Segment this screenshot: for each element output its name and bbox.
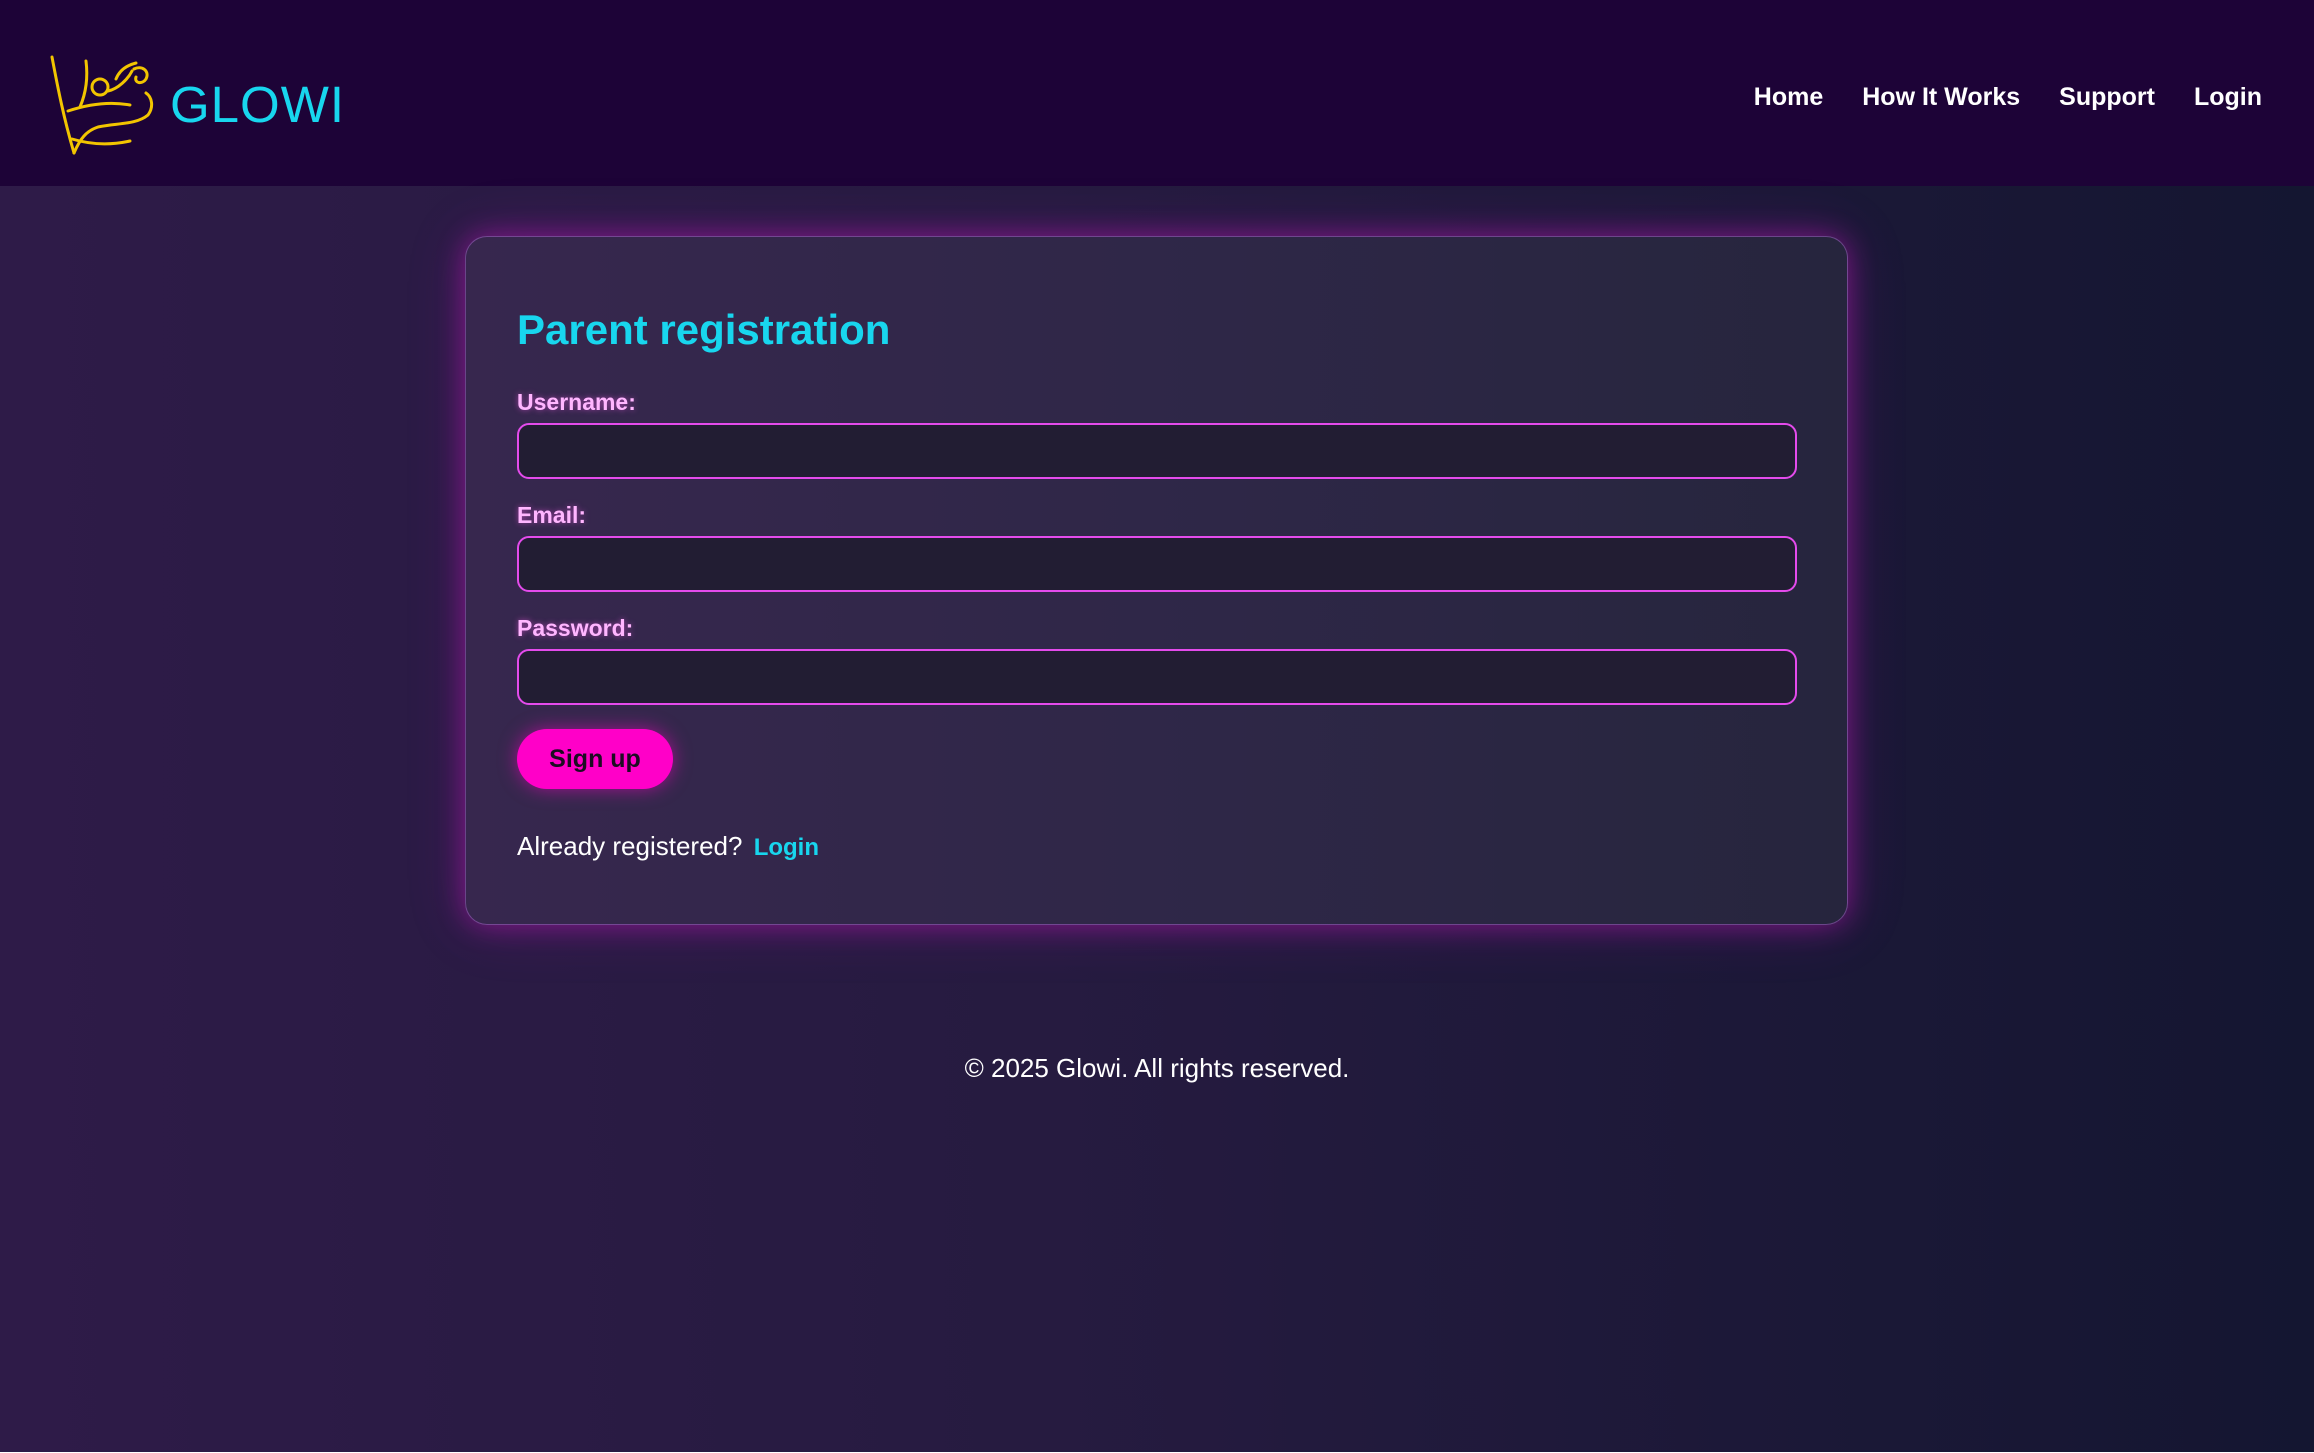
site-header: GLOWI Home How It Works Support Login [0, 0, 2314, 186]
login-prompt: Already registered? Login [517, 833, 819, 860]
nav-link-login[interactable]: Login [2194, 85, 2262, 110]
dancing-figure-icon [50, 55, 154, 155]
logo[interactable]: GLOWI [46, 44, 345, 164]
sign-up-button[interactable]: Sign up [517, 729, 673, 789]
nav-link-how-it-works[interactable]: How It Works [1862, 85, 2020, 110]
page-background: GLOWI Home How It Works Support Login Pa… [0, 0, 2314, 1452]
email-field[interactable] [517, 536, 1797, 592]
email-label: Email: [517, 502, 587, 528]
password-field[interactable] [517, 649, 1797, 705]
main-nav: Home How It Works Support Login [1754, 85, 2262, 110]
nav-link-home[interactable]: Home [1754, 85, 1823, 110]
footer: © 2025 Glowi. All rights reserved. [0, 1055, 2314, 1081]
form-title: Parent registration [517, 306, 891, 353]
username-field[interactable] [517, 423, 1797, 479]
password-label: Password: [517, 615, 634, 641]
login-link[interactable]: Login [754, 834, 819, 861]
nav-link-support[interactable]: Support [2059, 85, 2155, 110]
brand-name[interactable]: GLOWI [170, 79, 345, 130]
username-label: Username: [517, 389, 636, 415]
copyright-text: © 2025 Glowi. All rights reserved. [964, 1053, 1350, 1083]
registration-card: Parent registration Username: Email: Pas… [465, 236, 1848, 925]
login-prompt-text: Already registered? [517, 831, 743, 861]
